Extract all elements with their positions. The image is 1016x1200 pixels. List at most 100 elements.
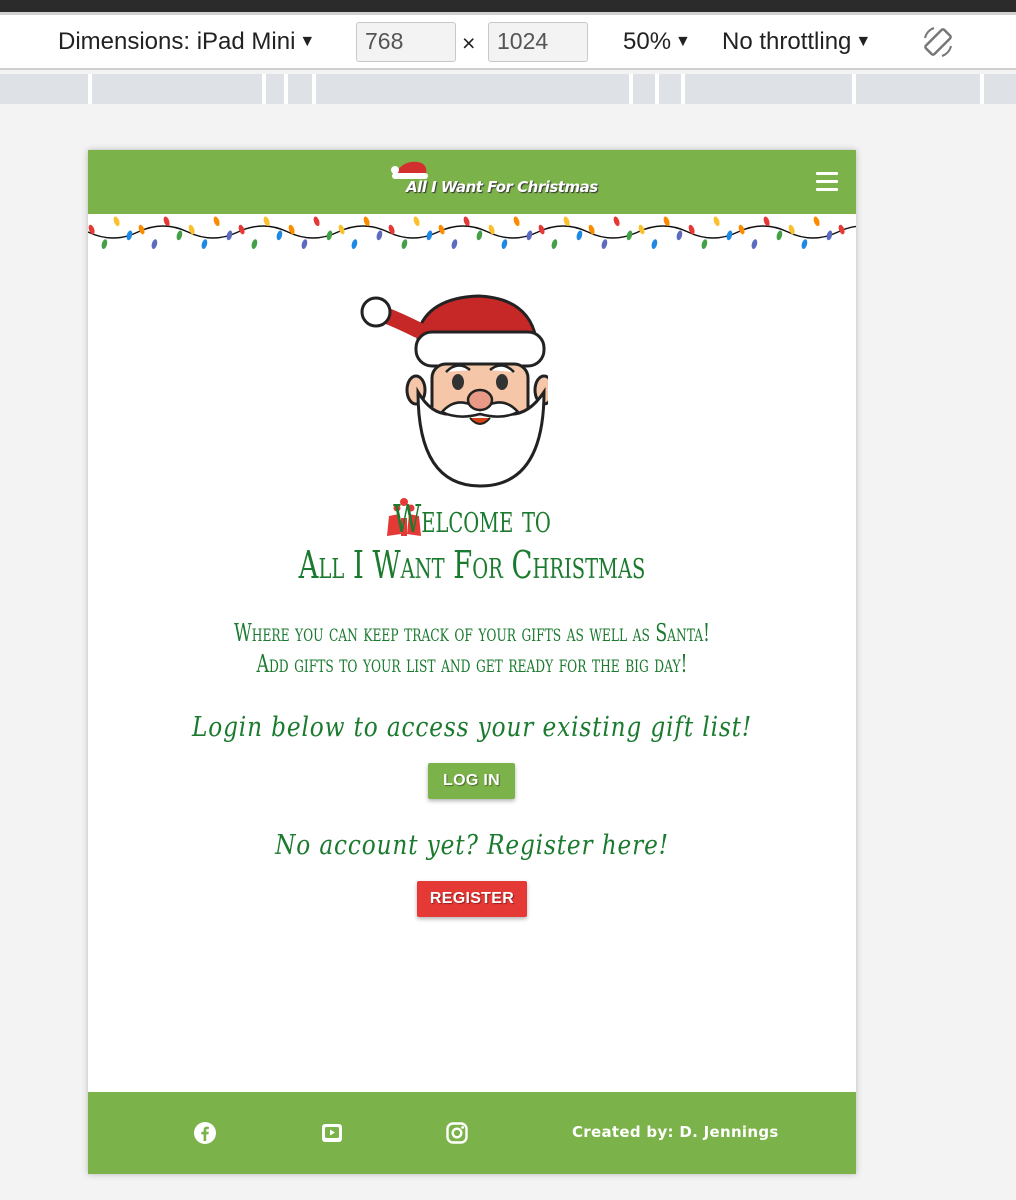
light-bulb xyxy=(313,216,320,227)
ruler-divider xyxy=(629,74,633,104)
light-bulb xyxy=(813,216,820,227)
footer: Created by: D. Jennings xyxy=(88,1092,856,1174)
light-bulb xyxy=(576,230,583,241)
light-bulb xyxy=(88,224,95,235)
light-bulb xyxy=(726,230,733,241)
christmas-lights-decoration xyxy=(88,216,856,249)
zoom-dropdown[interactable]: 50% ▼ xyxy=(623,28,691,56)
caret-down-icon: ▼ xyxy=(299,33,316,50)
light-bulb xyxy=(601,239,608,249)
light-bulb xyxy=(763,216,770,227)
light-bulb xyxy=(201,239,208,249)
light-bulb xyxy=(276,230,283,241)
times-sign: × xyxy=(462,30,476,56)
light-bulb xyxy=(551,239,558,249)
intro-line-2: Add gifts to your list and get ready for… xyxy=(256,650,688,678)
window-top-divider xyxy=(0,12,1016,15)
register-button[interactable]: REGISTER xyxy=(417,881,527,917)
light-bulb xyxy=(488,224,495,235)
light-bulb xyxy=(513,216,520,227)
light-bulb xyxy=(413,216,420,227)
register-prompt: No account yet? Register here! xyxy=(275,830,669,861)
light-bulb xyxy=(251,239,258,249)
light-bulb xyxy=(288,224,295,235)
login-prompt: Login below to access your existing gift… xyxy=(191,712,753,743)
light-bulb xyxy=(226,230,233,241)
light-bulb xyxy=(151,239,158,249)
light-bulb xyxy=(701,239,708,249)
light-bulb xyxy=(326,230,333,241)
ruler-divider xyxy=(980,74,984,104)
light-bulb xyxy=(213,216,220,227)
facebook-icon[interactable] xyxy=(193,1121,217,1145)
youtube-icon[interactable] xyxy=(320,1121,344,1145)
light-bulb xyxy=(751,239,758,249)
media-query-ruler[interactable] xyxy=(0,74,1016,104)
light-bulb xyxy=(651,239,658,249)
light-bulb xyxy=(401,239,408,249)
light-bulb xyxy=(126,230,133,241)
navbar: All I Want For Christmas xyxy=(88,150,856,214)
throttling-label: No throttling xyxy=(722,28,852,55)
light-bulb xyxy=(376,230,383,241)
ruler-divider xyxy=(284,74,288,104)
instagram-icon[interactable] xyxy=(445,1121,469,1145)
devtools-toolbar: Dimensions: iPad Mini ▼ 768 × 1024 50% ▼ N… xyxy=(0,0,1016,70)
window-top-edge xyxy=(0,0,1016,12)
dimensions-dropdown[interactable]: Dimensions: iPad Mini ▼ xyxy=(58,28,315,56)
ruler-divider xyxy=(681,74,685,104)
light-bulb xyxy=(563,216,570,227)
light-bulb xyxy=(351,239,358,249)
ruler-divider xyxy=(852,74,856,104)
light-bulb xyxy=(688,224,695,235)
light-bulb xyxy=(451,239,458,249)
ruler-divider xyxy=(88,74,92,104)
brand-title[interactable]: All I Want For Christmas xyxy=(406,178,598,196)
caret-down-icon: ▼ xyxy=(675,33,691,50)
light-bulb xyxy=(501,239,508,249)
welcome-line-2: All I Want For Christmas xyxy=(298,543,646,587)
light-bulb xyxy=(188,224,195,235)
light-bulb xyxy=(263,216,270,227)
light-bulb xyxy=(363,216,370,227)
light-bulb xyxy=(826,230,833,241)
intro-line-1: Where you can keep track of your gifts a… xyxy=(234,619,710,647)
rotate-device-icon[interactable] xyxy=(920,24,956,60)
throttling-dropdown[interactable]: No throttling ▼ xyxy=(722,28,871,56)
welcome-heading: Welcome to All I Want For Christmas xyxy=(196,496,749,588)
light-bulb xyxy=(426,230,433,241)
santa-face-illustration xyxy=(360,294,548,488)
light-bulb xyxy=(676,230,683,241)
footer-credit: Created by: D. Jennings xyxy=(572,1123,779,1141)
hamburger-menu-icon[interactable] xyxy=(816,172,838,192)
light-bulb xyxy=(776,230,783,241)
light-bulb xyxy=(476,230,483,241)
light-bulb xyxy=(463,216,470,227)
caret-down-icon: ▼ xyxy=(855,33,872,50)
intro-text: Where you can keep track of your gifts a… xyxy=(196,618,749,680)
width-input[interactable]: 768 xyxy=(356,22,456,62)
dimensions-label: Dimensions: iPad Mini xyxy=(58,28,296,55)
ruler-divider xyxy=(262,74,266,104)
light-bulb xyxy=(388,224,395,235)
light-bulb xyxy=(113,216,120,227)
device-viewport: All I Want For Christmas Welcome to All … xyxy=(88,150,856,1174)
light-bulb xyxy=(163,216,170,227)
light-bulb xyxy=(301,239,308,249)
light-bulb xyxy=(613,216,620,227)
height-input[interactable]: 1024 xyxy=(488,22,588,62)
light-bulb xyxy=(713,216,720,227)
toolbar-divider xyxy=(0,68,1016,70)
ruler-divider xyxy=(312,74,316,104)
light-bulb xyxy=(526,230,533,241)
light-bulb xyxy=(788,224,795,235)
login-button[interactable]: LOG IN xyxy=(428,763,515,799)
light-bulb xyxy=(101,239,108,249)
ruler-divider xyxy=(655,74,659,104)
light-bulb xyxy=(588,224,595,235)
light-bulb xyxy=(801,239,808,249)
light-bulb xyxy=(626,230,633,241)
light-bulb xyxy=(663,216,670,227)
welcome-line-1: Welcome to xyxy=(393,497,551,541)
zoom-label: 50% xyxy=(623,28,672,55)
